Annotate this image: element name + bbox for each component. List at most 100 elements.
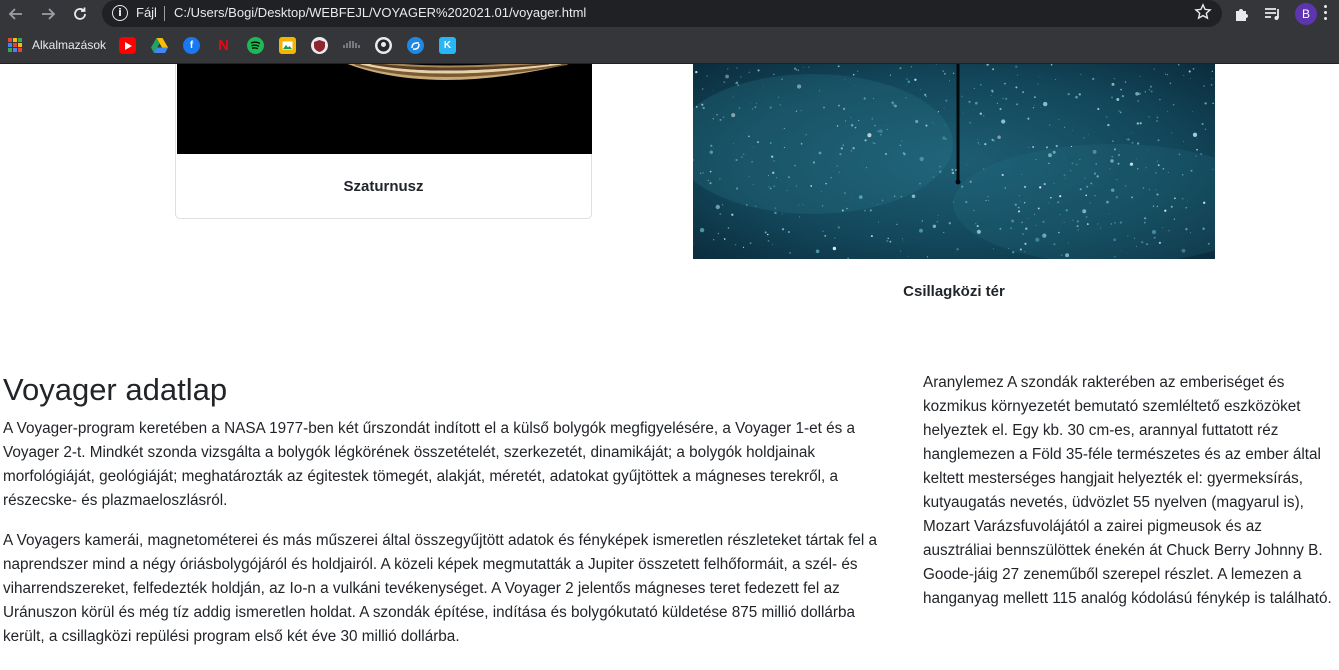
star-dot (1131, 196, 1133, 199)
star-dot (1158, 241, 1162, 245)
star-dot (974, 101, 978, 105)
star-dot (1148, 188, 1151, 191)
star-dot (1129, 162, 1134, 166)
cisco-icon[interactable] (343, 37, 360, 54)
star-dot (905, 97, 907, 99)
apps-bookmark-label[interactable]: Alkalmazások (32, 38, 106, 52)
star-dot (1040, 106, 1042, 108)
star-dot (1084, 177, 1086, 180)
star-dot (1063, 221, 1065, 223)
star-dot (751, 160, 754, 163)
star-dot (1188, 70, 1191, 73)
star-dot (961, 95, 963, 97)
star-dot (952, 72, 955, 74)
star-dot (719, 178, 721, 180)
url-text[interactable]: C:/Users/Bogi/Desktop/WEBFEJL/VOYAGER%20… (174, 5, 586, 20)
star-dot (794, 67, 797, 70)
star-dot (1004, 82, 1006, 85)
star-dot (748, 135, 750, 138)
star-dot (1115, 196, 1118, 199)
star-dot (911, 194, 916, 199)
star-dot (1089, 202, 1091, 204)
star-dot (820, 191, 822, 193)
star-dot (798, 216, 800, 218)
star-dot (778, 96, 780, 98)
star-dot (836, 165, 839, 168)
findings-paragraph: A Voyagers kamerái, magnetométerei és má… (3, 532, 878, 645)
netflix-icon[interactable]: N (215, 37, 232, 54)
star-dot (900, 195, 902, 198)
star-dot (737, 84, 740, 87)
github-icon[interactable] (375, 37, 392, 54)
address-bar[interactable]: i Fájl C:/Users/Bogi/Desktop/WEBFEJL/VOY… (102, 0, 1222, 27)
star-dot (1008, 247, 1010, 249)
star-dot (1065, 209, 1068, 212)
shield-icon[interactable] (311, 37, 328, 54)
star-dot (1174, 197, 1176, 200)
info-icon[interactable]: i (112, 5, 128, 21)
star-dot (1204, 128, 1207, 131)
puzzle-icon[interactable] (1232, 4, 1252, 24)
photo-icon[interactable] (279, 37, 296, 54)
star-dot (1192, 111, 1193, 113)
star-dot (943, 231, 945, 233)
star-dot (795, 110, 798, 112)
star-dot (1124, 81, 1127, 83)
k-icon[interactable]: K (439, 37, 456, 54)
star-dot (1146, 243, 1148, 246)
star-dot (877, 221, 880, 223)
star-dot (857, 70, 859, 72)
reload-icon[interactable] (68, 2, 92, 26)
star-dot (1064, 178, 1066, 179)
star-dot (1067, 92, 1070, 96)
star-dot (1032, 146, 1034, 148)
star-dot (742, 153, 745, 156)
star-dot (1153, 236, 1156, 239)
spotify-icon[interactable] (247, 37, 264, 54)
star-dot (1157, 139, 1160, 142)
star-dot (805, 133, 808, 136)
star-dot (1001, 173, 1004, 177)
profile-avatar[interactable]: B (1295, 3, 1317, 25)
space-caption: Csillagközi tér (903, 283, 1005, 300)
kebab-menu-icon[interactable] (1324, 5, 1328, 23)
swirl-icon[interactable] (407, 37, 424, 54)
star-dot (1087, 134, 1089, 136)
star-dot (775, 177, 777, 179)
star-dot (701, 103, 704, 106)
star-dot (772, 171, 775, 174)
playlist-icon[interactable] (1263, 4, 1283, 24)
star-dot (706, 75, 708, 77)
star-dot (810, 185, 813, 187)
star-dot (956, 248, 959, 251)
star-dot (936, 220, 939, 223)
star-dot (1190, 232, 1191, 234)
star-dot (808, 66, 810, 68)
star-dot (1027, 218, 1029, 220)
star-dot (1118, 110, 1121, 113)
star-dot (1113, 255, 1116, 258)
apps-grid-icon[interactable] (8, 38, 22, 52)
star-dot (722, 116, 725, 119)
star-dot (880, 133, 882, 136)
back-arrow-icon[interactable] (4, 2, 28, 26)
star-dot (893, 103, 895, 105)
star-dot (1139, 122, 1142, 125)
star-dot (830, 176, 833, 179)
star-dot (773, 73, 775, 76)
star-dot (1004, 187, 1007, 189)
star-dot (1156, 193, 1159, 196)
star-dot (983, 115, 985, 117)
star-dot (1196, 138, 1198, 139)
youtube-icon[interactable] (119, 37, 136, 54)
star-dot (1200, 153, 1203, 156)
star-dot (1019, 200, 1021, 202)
star-icon[interactable] (1194, 3, 1212, 25)
star-dot (1065, 253, 1070, 258)
star-dot (1034, 96, 1036, 99)
google-drive-icon[interactable] (151, 37, 168, 54)
facebook-icon[interactable]: f (183, 37, 200, 54)
star-dot (1195, 155, 1197, 158)
forward-arrow-icon[interactable] (36, 2, 60, 26)
star-dot (945, 138, 947, 141)
